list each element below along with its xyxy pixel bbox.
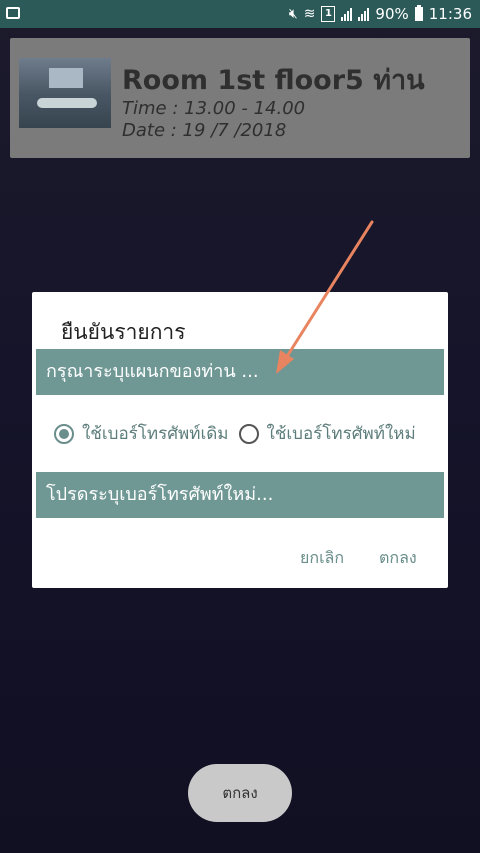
confirm-dialog: ยืนยันรายการ กรุณาระบุแผนกของท่าน ... ใช…	[32, 292, 448, 588]
room-thumbnail-table	[37, 98, 97, 108]
clock: 11:36	[428, 5, 472, 23]
phone-option-group: ใช้เบอร์โทรศัพท์เดิม ใช้เบอร์โทรศัพท์ใหม…	[54, 420, 426, 447]
gallery-icon	[6, 7, 20, 19]
radio-new-phone[interactable]: ใช้เบอร์โทรศัพท์ใหม่	[238, 420, 416, 447]
room-card: Room 1st floor5 ท่าน Time : 13.00 - 14.0…	[10, 38, 470, 158]
radio-new-phone-label: ใช้เบอร์โทรศัพท์ใหม่	[266, 424, 416, 444]
bottom-ok-button[interactable]: ตกลง	[188, 764, 292, 822]
signal-icon-2	[358, 7, 370, 21]
radio-unchecked-icon[interactable]	[238, 423, 259, 444]
room-thumbnail-screen	[49, 68, 83, 88]
room-date: Date : 19 /7 /2018	[122, 120, 287, 141]
radio-existing-phone[interactable]: ใช้เบอร์โทรศัพท์เดิม	[54, 420, 229, 447]
department-input[interactable]: กรุณาระบุแผนกของท่าน ...	[36, 349, 444, 395]
sim-icon: 1	[321, 6, 336, 22]
radio-existing-phone-label: ใช้เบอร์โทรศัพท์เดิม	[82, 424, 229, 444]
room-title: Room 1st floor5 ท่าน	[122, 65, 425, 96]
status-icons: 🔇︎ ≋ 1 90% 11:36	[289, 0, 472, 28]
room-time: Time : 13.00 - 14.00	[122, 98, 306, 119]
room-thumbnail	[19, 58, 111, 128]
status-bar: 🔇︎ ≋ 1 90% 11:36	[0, 0, 480, 28]
dialog-title: ยืนยันรายการ	[61, 320, 186, 344]
new-phone-input[interactable]: โปรดระบุเบอร์โทรศัพท์ใหม่...	[36, 472, 444, 518]
radio-checked-icon[interactable]	[54, 423, 74, 444]
cancel-button[interactable]: ยกเลิก	[300, 546, 344, 571]
wifi-icon: ≋	[303, 6, 316, 22]
mute-icon: 🔇︎	[288, 6, 298, 22]
battery-percent: 90%	[375, 5, 409, 23]
signal-icon	[341, 7, 353, 21]
battery-icon	[414, 5, 423, 21]
ok-button[interactable]: ตกลง	[379, 546, 417, 571]
